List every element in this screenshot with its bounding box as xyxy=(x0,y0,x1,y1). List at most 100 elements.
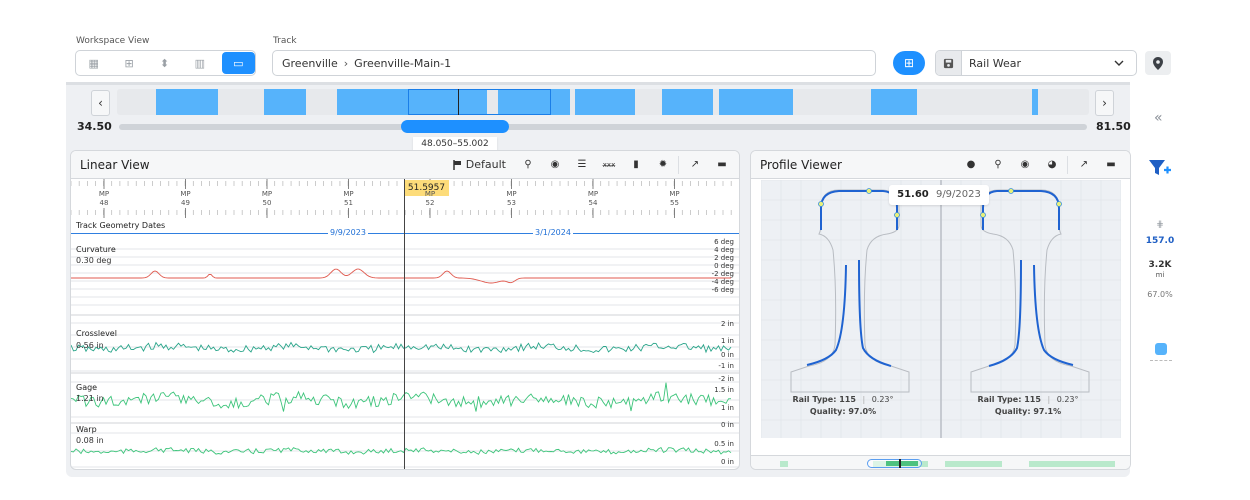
linear-view-panel: Linear View Default ⚲ ◉ ☰ x̶x̶x̶ ▮ ✹ ↗ ▬ 51.595… xyxy=(70,150,740,470)
grid-icon: ⊞ xyxy=(903,56,915,70)
axis-tick-label: 2 deg xyxy=(714,254,734,262)
timeline-window[interactable] xyxy=(867,459,923,468)
profile-timeline[interactable] xyxy=(751,455,1130,469)
chevron-left-icon: ‹ xyxy=(98,96,103,110)
cursor-line[interactable] xyxy=(404,179,405,469)
range-slider-thumb[interactable] xyxy=(401,120,509,133)
external-link-icon: ↗ xyxy=(690,159,700,170)
milepost-label: MP 51 xyxy=(339,190,359,208)
track-count-icon: ⋕ xyxy=(1156,220,1164,230)
axis-tick-label: -2 deg xyxy=(711,270,734,278)
split-icon: ⚲ xyxy=(994,159,1002,170)
coverage-segment[interactable] xyxy=(155,89,219,115)
workspace-view-quad-grid-button[interactable]: ⊞ xyxy=(111,52,146,74)
save-view-button[interactable] xyxy=(936,51,962,75)
range-slider-track[interactable] xyxy=(119,124,1087,130)
divider xyxy=(66,82,1130,85)
channel-plots[interactable] xyxy=(71,235,740,470)
timeline-segment[interactable] xyxy=(779,461,789,467)
saved-view-select[interactable]: Rail Wear xyxy=(935,50,1137,76)
quad-grid-icon: ⊞ xyxy=(124,56,134,70)
coverage-segment[interactable] xyxy=(1031,89,1039,115)
chevron-down-icon xyxy=(1114,58,1136,69)
filter-add-icon xyxy=(1149,160,1171,175)
timeline-segment[interactable] xyxy=(1029,461,1115,467)
workspace-view-map-button[interactable]: ▥ xyxy=(182,52,217,74)
workspace-view-table-button[interactable]: ▦ xyxy=(76,52,111,74)
default-view-button[interactable]: Default xyxy=(453,158,506,171)
coverage-segment[interactable] xyxy=(871,89,917,115)
export-file-button[interactable]: ▮ xyxy=(625,155,647,175)
clock-button[interactable]: ● xyxy=(960,155,982,175)
gear-button[interactable]: ✹ xyxy=(652,155,674,175)
sliders-icon: ☰ xyxy=(577,159,587,170)
eye-button[interactable]: ◉ xyxy=(1014,155,1036,175)
sliders-button[interactable]: ☰ xyxy=(571,155,593,175)
coverage-segment[interactable] xyxy=(718,89,793,115)
coverage-segment[interactable] xyxy=(662,89,713,115)
legend-dash xyxy=(1150,360,1172,361)
left-rail-type: Rail Type: 115 xyxy=(792,395,856,404)
reference-outline xyxy=(970,189,1090,393)
measured-profile xyxy=(858,259,892,367)
axis-tick-label: 2 in xyxy=(720,320,734,328)
grid-toggle-button[interactable]: ⊞ xyxy=(893,51,925,75)
palette-button[interactable]: ◕ xyxy=(1041,155,1063,175)
timeline-segment[interactable] xyxy=(945,461,1003,467)
info-divider: | xyxy=(862,395,866,404)
milepost-prefix: MP xyxy=(424,190,436,198)
trash-icon: ▬ xyxy=(1106,159,1116,170)
profile-viewer-title: Profile Viewer xyxy=(760,157,842,172)
trash-button[interactable]: ▬ xyxy=(1100,155,1122,175)
measurement-point-icon xyxy=(894,212,900,218)
workspace-view-single-panel-button[interactable]: ▭ xyxy=(221,52,255,74)
axis-tick-label: 0 deg xyxy=(714,262,734,270)
timeline-window-fill xyxy=(886,461,919,466)
track-breadcrumb[interactable]: Greenville › Greenville-Main-1 xyxy=(272,50,876,76)
channel-value: 0.56 in xyxy=(76,341,104,350)
overview-strip[interactable] xyxy=(117,89,1089,115)
axis-tick-label: -4 deg xyxy=(711,278,734,286)
strikethrough-button[interactable]: x̶x̶x̶ xyxy=(598,155,620,175)
left-rail-angle: 0.23° xyxy=(871,395,894,404)
milepost-prefix: MP xyxy=(506,190,517,198)
map-pin-icon xyxy=(1153,56,1163,70)
add-filter-button[interactable] xyxy=(1148,158,1172,182)
range-max-label: 81.50 xyxy=(1096,120,1131,133)
measurement-point-icon xyxy=(980,212,986,218)
axis-tick-label: 1 in xyxy=(720,404,734,412)
milepost-label: MP 53 xyxy=(502,190,522,208)
profile-tooltip-mp: 51.60 xyxy=(897,189,929,200)
external-link-button[interactable]: ↗ xyxy=(1073,155,1095,175)
split-button[interactable]: ⚲ xyxy=(987,155,1009,175)
gauge-icon: ◉ xyxy=(550,159,560,170)
trash-button[interactable]: ▬ xyxy=(711,155,733,175)
collapse-sidebar-icon[interactable]: « xyxy=(1154,110,1163,126)
saved-view-value: Rail Wear xyxy=(969,56,1022,70)
milepost-number: 54 xyxy=(588,199,598,207)
split-button[interactable]: ⚲ xyxy=(517,155,539,175)
location-button[interactable] xyxy=(1145,51,1171,75)
coverage-segment[interactable] xyxy=(263,89,306,115)
milepost-label: MP 52 xyxy=(420,190,440,208)
legend-swatch[interactable] xyxy=(1155,343,1167,355)
single-panel-icon: ▭ xyxy=(233,56,244,70)
coverage-segment[interactable] xyxy=(574,89,636,115)
milepost-label: MP 54 xyxy=(583,190,603,208)
channel-value: 0.08 in xyxy=(76,436,104,445)
visible-range-window[interactable] xyxy=(407,89,552,115)
measured-profile xyxy=(820,190,898,230)
track-name[interactable]: Greenville-Main-1 xyxy=(354,57,451,70)
workspace-view-sort-button[interactable]: ⬍ xyxy=(147,52,182,74)
external-link-button[interactable]: ↗ xyxy=(684,155,706,175)
track-label: Track xyxy=(273,36,297,46)
milepost-prefix: MP xyxy=(669,190,680,198)
previous-segment-button[interactable]: ‹ xyxy=(91,90,110,116)
left-rail-info: Rail Type: 115 | 0.23° Quality: 97.0% xyxy=(768,394,918,418)
gauge-button[interactable]: ◉ xyxy=(544,155,566,175)
track-region[interactable]: Greenville xyxy=(282,57,338,70)
left-rail-profile xyxy=(790,188,910,393)
next-segment-button[interactable]: › xyxy=(1095,90,1114,116)
channel-name: Curvature xyxy=(76,245,116,254)
milepost-number: 51 xyxy=(344,199,353,207)
